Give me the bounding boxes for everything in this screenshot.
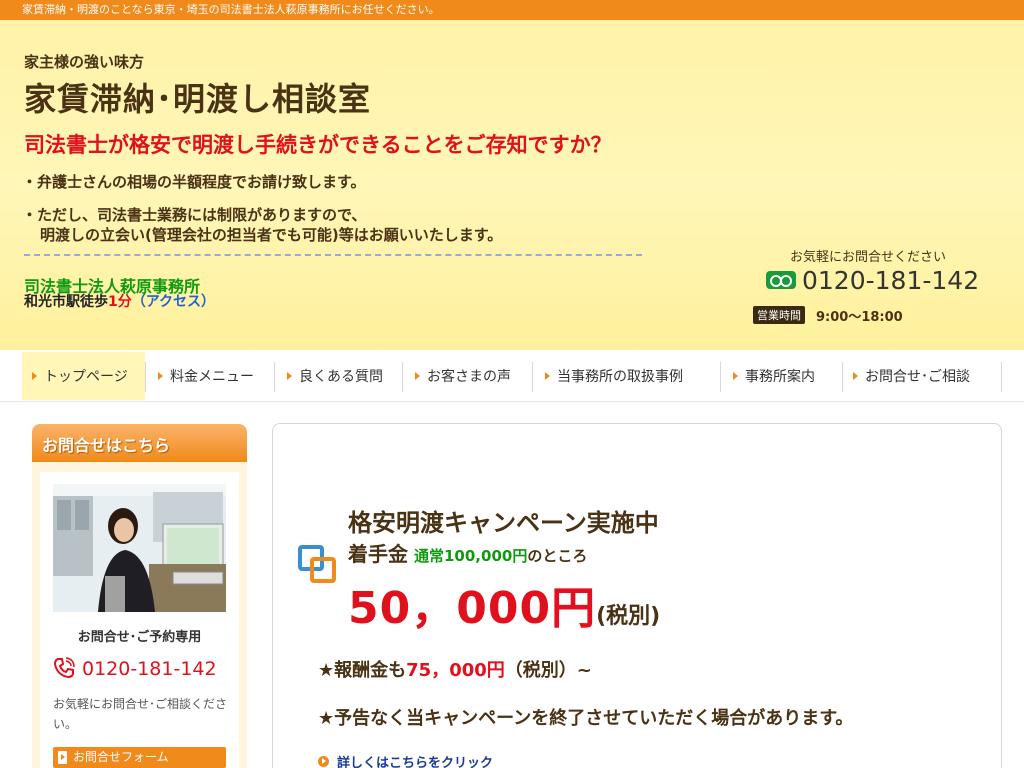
chevron-right-icon (158, 372, 163, 380)
details-link[interactable]: 詳しくはこちらをクリック (318, 752, 493, 768)
reward-suffix: （税別）~ (504, 660, 592, 681)
nav-item-cases[interactable]: 当事務所の取扱事例 (533, 352, 720, 400)
chevron-right-icon (545, 372, 550, 380)
nav-label: 当事務所の取扱事例 (557, 369, 683, 385)
arrow-circle-icon (318, 756, 329, 767)
sidebar-phone-number[interactable]: 0120-181-142 (82, 658, 217, 680)
header-bullet-2: ・ただし、司法書士業務には制限がありますので、 (22, 206, 367, 224)
main-navigation: トップページ 料金メニュー 良くある質問 お客さまの声 当事務所の取扱事例 事務… (0, 350, 1024, 402)
staff-photo (53, 484, 226, 612)
chevron-right-icon (853, 372, 858, 380)
contact-caption: お気軽にお問合せください (790, 250, 947, 265)
fee-line: 着手金 通常100,000円のところ (348, 538, 587, 567)
access-link[interactable]: （アクセス） (132, 294, 215, 310)
header-bullet-3: 明渡しの立会い(管理会社の担当者でも可能)等はお願いいたします。 (40, 226, 503, 244)
nav-label: お客さまの声 (427, 369, 511, 385)
reward-prefix: ★報酬金も (318, 660, 407, 681)
chevron-right-icon (733, 372, 738, 380)
freedial-icon (766, 271, 796, 289)
sidebar-reservation-label: お問合せ･ご予約専用 (77, 630, 202, 645)
sidebar-note: お気軽にお問合せ･ご相談ください。 (53, 697, 228, 731)
sidebar-contact-box: お問合せはこちら お問合せ･ご予約専用 0120-181-142 お気軽にお問合… (32, 424, 247, 768)
campaign-title: 格安明渡キャンペーン実施中 (348, 509, 659, 537)
sidebar-panel: お問合せ･ご予約専用 0120-181-142 お気軽にお問合せ･ご相談ください… (40, 472, 239, 768)
nav-item-faq[interactable]: 良くある質問 (275, 352, 402, 400)
nav-label: 良くある質問 (299, 369, 383, 385)
price-line: 50，000円(税別) (348, 572, 660, 636)
station-access: 和光市駅徒歩1分（アクセス） (24, 291, 215, 311)
header-dashed-divider (24, 254, 642, 256)
campaign-notice: ★予告なく当キャンペーンを終了させていただく場合があります。 (318, 708, 854, 729)
nav-item-testimonials[interactable]: お客さまの声 (403, 352, 532, 400)
nav-label: トップページ (44, 369, 128, 385)
tax-note: (税別) (596, 604, 661, 629)
nav-label: 事務所案内 (745, 369, 815, 385)
chevron-right-icon (287, 372, 292, 380)
nav-item-contact[interactable]: お問合せ･ご相談 (843, 352, 1001, 400)
station-time: 1分 (108, 294, 132, 310)
fee-tail: のところ (527, 547, 588, 565)
station-prefix: 和光市駅徒歩 (24, 294, 108, 310)
site-title[interactable]: 家賃滞納･明渡し相談室 (24, 74, 371, 120)
site-header: 家主様の強い味方 家賃滞納･明渡し相談室 司法書士が格安で明渡し手続きができるこ… (0, 20, 1024, 350)
business-hours: 9:00〜18:00 (816, 310, 903, 325)
business-hours-badge: 営業時間 (753, 306, 805, 324)
phone-icon (53, 657, 75, 679)
header-catchphrase: 司法書士が格安で明渡し手続きができることをご存知ですか？ (24, 133, 612, 157)
nav-label: 料金メニュー (170, 369, 254, 385)
nav-item-office-info[interactable]: 事務所案内 (721, 352, 842, 400)
fee-normal-price: 通常100,000円 (414, 547, 528, 565)
chevron-right-icon (415, 372, 420, 380)
reward-line: ★報酬金も75，000円（税別）~ (318, 656, 592, 682)
nav-item-pricing[interactable]: 料金メニュー (146, 352, 274, 400)
top-announcement-bar: 家賃滞納・明渡のことなら東京・埼玉の司法書士法人萩原事務所にお任せください。 (0, 0, 1024, 20)
contact-form-button[interactable]: お問合せフォーム (53, 747, 226, 768)
chevron-right-icon (32, 372, 37, 380)
header-phone-number[interactable]: 0120-181-142 (802, 266, 979, 295)
campaign-price: 50，000円 (348, 583, 597, 634)
fee-label: 着手金 (348, 542, 408, 566)
squares-icon (298, 545, 338, 585)
nav-item-top[interactable]: トップページ (22, 352, 145, 400)
nav-divider (1001, 362, 1002, 392)
nav-label: お問合せ･ご相談 (865, 369, 970, 385)
details-link-label: 詳しくはこちらをクリック (337, 756, 494, 768)
sidebar-heading: お問合せはこちら (32, 424, 247, 462)
header-tagline: 家主様の強い味方 (24, 53, 145, 71)
header-bullet-1: ・弁護士さんの相場の半額程度でお請け致します。 (22, 173, 366, 191)
reward-price: 75，000円 (406, 660, 505, 681)
